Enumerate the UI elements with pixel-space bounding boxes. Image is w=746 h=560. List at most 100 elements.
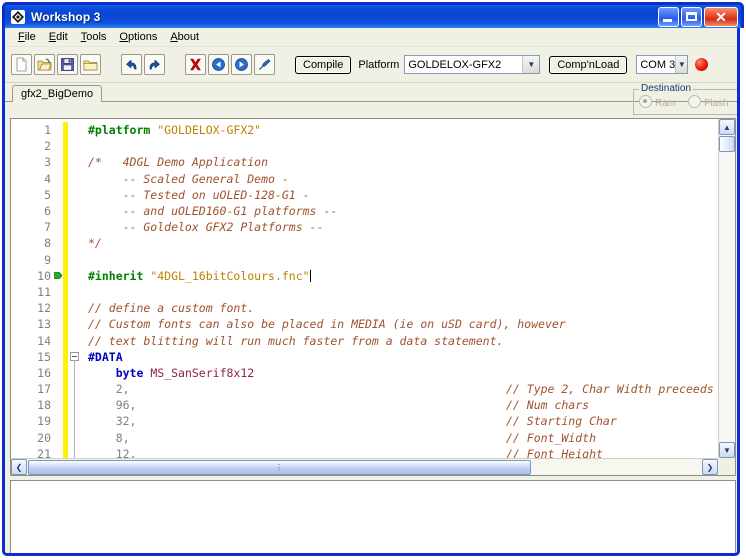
code-line: 2 (11, 138, 718, 155)
application-window: File Edit Tools Options About Compile Pl… (2, 28, 740, 556)
marker-gutter[interactable] (54, 365, 63, 381)
line-number: 19 (37, 414, 51, 429)
code-fold-gutter[interactable] (68, 171, 82, 187)
bookmark-icon[interactable] (54, 268, 63, 284)
code-fold-gutter[interactable] (68, 429, 82, 446)
new-file-button[interactable] (11, 54, 32, 75)
line-number: 3 (44, 155, 51, 170)
scroll-left-button[interactable]: ❮ (11, 459, 27, 475)
back-button[interactable] (208, 54, 229, 75)
code-fold-gutter[interactable] (68, 332, 82, 348)
horizontal-scroll-thumb[interactable]: ⋮ (28, 459, 531, 475)
pin-button[interactable] (254, 54, 275, 75)
code-inline-comment: // Font_Height (506, 446, 603, 458)
save-file-button[interactable] (57, 54, 78, 75)
menu-edit[interactable]: Edit (44, 30, 76, 44)
code-line-text: */ (88, 236, 102, 251)
code-inline-comment: // Type 2, Char Width preceeds ch (506, 382, 718, 397)
close-button[interactable]: ✕ (704, 7, 738, 27)
delete-button[interactable] (185, 54, 206, 75)
code-fold-gutter[interactable] (68, 219, 82, 235)
scroll-down-button[interactable]: ▼ (719, 442, 735, 458)
marker-gutter[interactable] (54, 284, 63, 300)
code-fold-gutter[interactable] (68, 252, 82, 268)
minimize-button[interactable] (658, 7, 679, 27)
marker-gutter[interactable] (54, 171, 63, 187)
code-fold-gutter[interactable] (68, 122, 82, 138)
editor-horizontal-scrollbar[interactable]: ❮ ⋮ ❯ (11, 458, 718, 475)
comp-n-load-button[interactable]: Comp'nLoad (549, 55, 628, 74)
radio-ram-icon (639, 95, 652, 108)
destination-flash-label: Flash (704, 98, 729, 109)
code-fold-gutter[interactable] (68, 300, 82, 316)
code-fold-gutter[interactable] (68, 381, 82, 398)
com-port-select[interactable]: COM 3 ▼ (636, 55, 689, 74)
undo-button[interactable] (121, 54, 142, 75)
platform-label: Platform (358, 58, 400, 71)
marker-gutter[interactable] (54, 138, 63, 154)
scroll-up-button[interactable]: ▲ (719, 119, 735, 135)
line-number: 17 (37, 382, 51, 397)
marker-gutter[interactable] (54, 154, 63, 170)
marker-gutter[interactable] (54, 252, 63, 268)
menu-options[interactable]: Options (114, 30, 165, 44)
destination-ram-label: Ram (655, 98, 677, 109)
marker-gutter[interactable] (54, 397, 63, 413)
code-line: 9 (11, 251, 718, 268)
maximize-button[interactable] (681, 7, 702, 27)
code-fold-gutter[interactable] (68, 445, 82, 458)
code-fold-gutter[interactable] (68, 413, 82, 430)
code-fold-gutter[interactable] (68, 203, 82, 219)
tab-gfx2-bigdemo[interactable]: gfx2_BigDemo (12, 85, 103, 102)
menu-about[interactable]: About (165, 30, 207, 44)
marker-gutter[interactable] (54, 316, 63, 332)
editor-vertical-scrollbar[interactable]: ▲ ▼ (718, 119, 735, 458)
marker-gutter[interactable] (54, 413, 63, 429)
code-line-text: 8, (88, 430, 130, 445)
destination-radio-flash[interactable]: Flash (688, 95, 729, 109)
code-fold-gutter[interactable] (68, 284, 82, 300)
code-line: 15 #DATA (11, 348, 718, 365)
output-pane[interactable] (10, 480, 736, 553)
code-fold-gutter[interactable] (68, 349, 82, 365)
code-fold-gutter[interactable] (68, 154, 82, 170)
marker-gutter[interactable] (54, 219, 63, 235)
code-line: 14 // text blitting will run much faster … (11, 332, 718, 349)
marker-gutter[interactable] (54, 203, 63, 219)
marker-gutter[interactable] (54, 430, 63, 446)
marker-gutter[interactable] (54, 187, 63, 203)
marker-gutter[interactable] (54, 381, 63, 397)
marker-gutter[interactable] (54, 300, 63, 316)
marker-gutter[interactable] (54, 446, 63, 458)
title-bar: Workshop 3 ✕ (2, 2, 744, 28)
platform-select[interactable]: GOLDELOX-GFX2 ▼ (404, 55, 541, 74)
code-fold-gutter[interactable] (68, 364, 82, 381)
redo-button[interactable] (144, 54, 165, 75)
code-line: 8 */ (11, 235, 718, 252)
marker-gutter[interactable] (54, 332, 63, 348)
marker-gutter[interactable] (54, 235, 63, 251)
code-fold-gutter[interactable] (68, 397, 82, 414)
menu-file[interactable]: File (13, 30, 44, 44)
compile-button[interactable]: Compile (295, 55, 352, 74)
text-caret (309, 269, 311, 282)
save-as-button[interactable] (80, 54, 101, 75)
marker-gutter[interactable] (54, 349, 63, 365)
destination-radio-ram[interactable]: Ram (639, 95, 676, 109)
code-editor[interactable]: 1 #platform "GOLDELOX-GFX2" 2 3 /* 4DGL Demo… (11, 119, 718, 458)
forward-button[interactable] (231, 54, 252, 75)
code-fold-gutter[interactable] (68, 268, 82, 284)
scroll-right-button[interactable]: ❯ (702, 459, 718, 475)
marker-gutter[interactable] (54, 122, 63, 138)
code-fold-gutter[interactable] (68, 187, 82, 203)
code-fold-gutter[interactable] (68, 316, 82, 332)
code-fold-gutter[interactable] (68, 138, 82, 154)
line-number: 6 (44, 204, 51, 219)
chevron-down-icon: ▼ (675, 56, 688, 73)
code-line-text: -- Tested on uOLED-128-G1 - (88, 187, 310, 202)
open-file-button[interactable] (34, 54, 55, 75)
menu-tools[interactable]: Tools (76, 30, 115, 44)
code-line: 20 8, // Font_Width (11, 429, 718, 446)
code-fold-gutter[interactable] (68, 235, 82, 251)
vertical-scroll-thumb[interactable] (719, 136, 735, 152)
